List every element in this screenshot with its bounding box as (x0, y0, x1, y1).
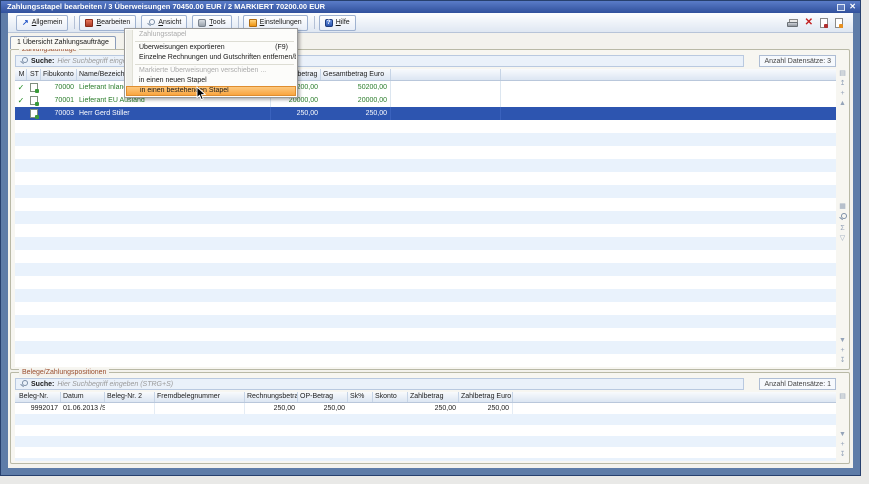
record-count-badge: Anzahl Datensätze: 1 (759, 378, 836, 390)
status-doc-icon (30, 96, 38, 105)
status-doc-icon (30, 83, 38, 92)
table-row-selected[interactable]: 70003 Herr Gerd Stiller 250,00 250,00 (15, 107, 836, 120)
grid-view-icon[interactable]: ▦ (839, 202, 846, 212)
column-options-icon[interactable]: ▤ (839, 392, 846, 402)
scroll-down-icon[interactable]: ▼ (839, 336, 846, 346)
print-icon[interactable] (787, 19, 798, 28)
menu-separator (135, 64, 294, 65)
tools-icon (198, 19, 206, 27)
menu-item-zahlungsstapel: Zahlungsstapel (126, 30, 296, 40)
menu-separator (135, 41, 294, 42)
lower-search-field[interactable]: Suche: Hier Suchbegriff eingeben (STRG+S… (15, 378, 744, 390)
tools-dropdown-menu: Zahlungsstapel (F9) Überweisungen export… (124, 28, 298, 98)
settings-icon (249, 19, 257, 27)
go-last-icon[interactable]: ↧ (840, 450, 846, 460)
menu-item-einzelne-rechnungen[interactable]: Einzelne Rechnungen und Gutschriften ent… (126, 53, 296, 63)
restore-window-icon[interactable] (837, 4, 845, 11)
lower-grid-toolbar: ▤ ▼ + ↧ (837, 392, 848, 460)
add-icon[interactable]: + (840, 440, 844, 450)
application-window: Zahlungsstapel bearbeiten / 3 Überweisun… (0, 0, 861, 476)
view-magnifier-icon (147, 19, 155, 27)
delete-icon[interactable]: ✕ (805, 18, 813, 28)
scroll-up-icon[interactable]: ▲ (839, 99, 846, 109)
menu-item-neuer-stapel[interactable]: in einen neuen Stapel (126, 76, 296, 86)
status-doc-icon (30, 109, 38, 118)
title-bar[interactable]: Zahlungsstapel bearbeiten / 3 Überweisun… (1, 1, 860, 13)
add-icon[interactable]: + (840, 89, 844, 99)
filter-icon[interactable]: ▽ (840, 234, 845, 244)
screen: { "window": { "title": "Zahlungsstapel b… (0, 0, 869, 484)
help-icon: ? (325, 19, 333, 27)
empty-rows (15, 414, 836, 461)
remove-document-icon[interactable] (820, 18, 828, 28)
mouse-cursor (196, 86, 207, 103)
column-options-icon[interactable]: ▤ (839, 69, 846, 79)
menu-allgemein[interactable]: ↗ Allgemein (16, 15, 68, 31)
go-last-icon[interactable]: ↧ (840, 356, 846, 366)
marked-check-icon: ✓ (18, 96, 25, 105)
zoom-icon[interactable] (839, 213, 847, 223)
belege-table: Beleg-Nr. Datum Beleg-Nr. 2 Fremdbelegnu… (15, 392, 836, 461)
upper-grid-toolbar: ▤ ↥ + ▲ ▦ Σ ▽ ▼ + ↧ (837, 69, 848, 366)
search-icon (20, 380, 28, 388)
shortcut-label: (F9) (275, 43, 288, 53)
zahlungsauftraege-table: M ST Fibukonto Name/Bezeichnung Gesamtbe… (15, 69, 836, 367)
search-placeholder: Hier Suchbegriff eingeben (STRG+S) (57, 381, 173, 388)
menu-item-bestehender-stapel[interactable]: in einen bestehenden Stapel (126, 86, 296, 96)
menu-hilfe[interactable]: ? Hilfe (319, 15, 356, 31)
add-icon[interactable]: + (840, 346, 844, 356)
edit-icon (85, 19, 93, 27)
go-first-icon[interactable]: ↥ (840, 79, 846, 89)
sum-icon[interactable]: Σ (840, 224, 844, 234)
menu-item-markierte-verschieben: Markierte Überweisungen verschieben ... (126, 66, 296, 76)
menubar-separator (314, 16, 315, 29)
group-label: Belege/Zahlungspositionen (19, 369, 109, 377)
tab-uebersicht-zahlungsauftraege[interactable]: 1 Übersicht Zahlungsaufträge (10, 36, 116, 49)
search-icon (20, 57, 28, 65)
client-area: ↗ Allgemein Bearbeiten Ansicht Tools Ein… (8, 13, 853, 468)
new-document-icon[interactable] (835, 18, 843, 28)
marked-check-icon: ✓ (18, 83, 25, 92)
close-window-icon[interactable]: ✕ (849, 3, 856, 11)
window-title: Zahlungsstapel bearbeiten / 3 Überweisun… (7, 2, 325, 11)
belege-group: Belege/Zahlungspositionen Suche: Hier Su… (10, 372, 850, 464)
empty-rows (15, 120, 836, 367)
table-header[interactable]: Beleg-Nr. Datum Beleg-Nr. 2 Fremdbelegnu… (15, 392, 836, 403)
menubar-separator (74, 16, 75, 29)
menu-item-ueberweisungen-exportieren[interactable]: (F9) Überweisungen exportieren (126, 43, 296, 53)
arrow-ne-icon: ↗ (22, 19, 29, 27)
table-row[interactable]: 9992017 01.06.2013 /Sa 250,00 250,00 250… (15, 403, 836, 414)
record-count-badge: Anzahl Datensätze: 3 (759, 55, 836, 67)
scroll-down-icon[interactable]: ▼ (839, 430, 846, 440)
